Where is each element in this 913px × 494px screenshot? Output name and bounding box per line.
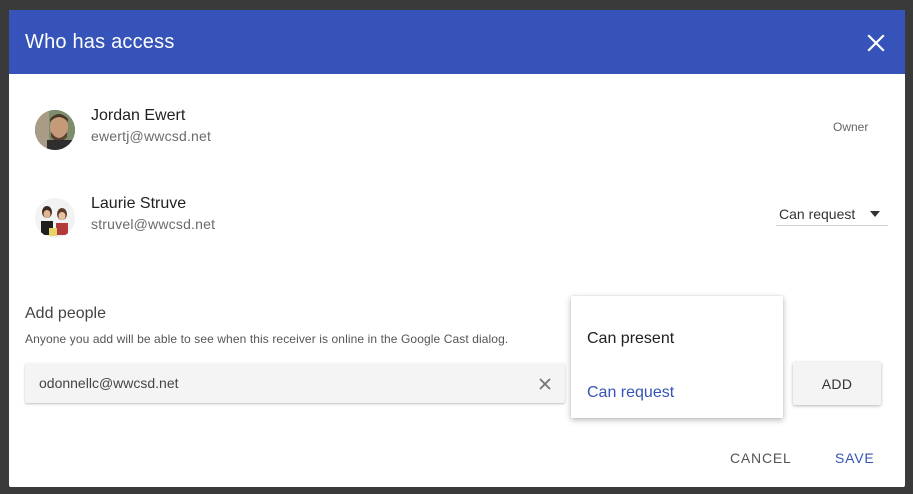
person-email: struvel@wwcsd.net [91,216,216,232]
add-people-description: Anyone you add will be able to see when … [25,332,509,346]
avatar [35,198,75,238]
person-name: Jordan Ewert [91,107,186,124]
menu-item-label: Can present [587,330,675,347]
cancel-button[interactable]: CANCEL [730,450,792,466]
menu-item-can-request[interactable]: Can request [571,374,783,414]
avatar [35,110,75,150]
dialog-title: Who has access [25,31,175,53]
add-button[interactable]: ADD [793,362,881,405]
add-people-title: Add people [25,305,106,322]
dropdown-arrow-icon [870,211,880,217]
close-icon [867,34,885,52]
person-name: Laurie Struve [91,195,187,212]
save-button[interactable]: SAVE [835,450,875,466]
clear-button[interactable] [537,376,553,392]
dialog-header: Who has access [9,10,905,74]
avatar-photo [35,198,75,238]
email-input[interactable] [39,373,519,393]
person-email: ewertj@wwcsd.net [91,128,212,144]
clear-icon [539,378,551,390]
email-field-container [25,363,565,403]
access-dialog: Who has access Jordan Ewert ewertj@wwcsd… [9,10,905,487]
menu-item-can-present[interactable]: Can present [571,320,783,360]
role-menu: Can present Can request [571,296,783,418]
role-dropdown-value: Can request [779,206,856,222]
role-dropdown[interactable]: Can request [776,203,888,226]
close-button[interactable] [863,30,889,56]
avatar-photo [35,110,75,150]
menu-item-label: Can request [587,384,675,401]
owner-label: Owner [833,120,869,134]
add-button-label: ADD [821,376,853,392]
